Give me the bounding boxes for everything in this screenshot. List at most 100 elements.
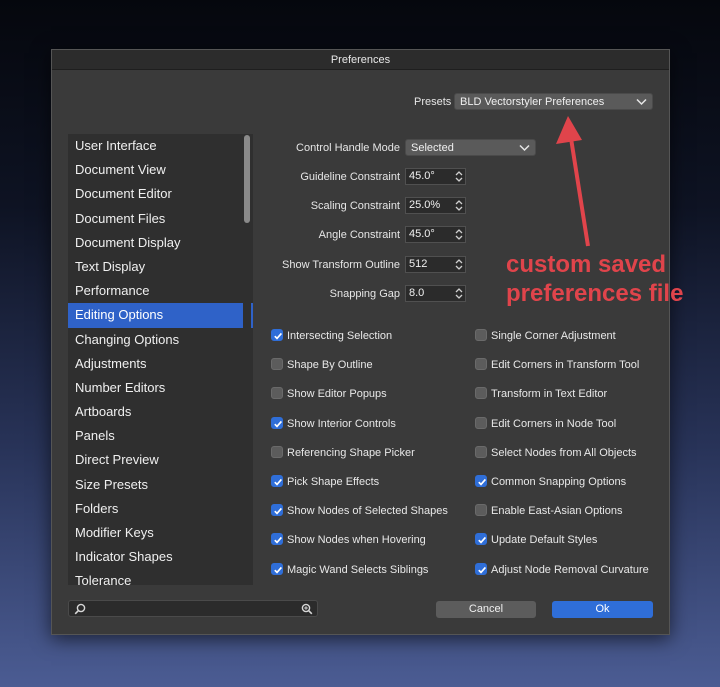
checkbox-label: Update Default Styles (491, 534, 598, 547)
checkbox-label: Single Corner Adjustment (491, 330, 616, 342)
checkmark-icon[interactable] (475, 562, 487, 575)
chevron-down-icon (636, 98, 647, 106)
checkbox-label: Show Nodes of Selected Shapes (287, 505, 448, 518)
annotation-text: custom saved preferences file (506, 250, 683, 308)
snapping-gap-label: Snapping Gap (329, 287, 400, 300)
checkbox-select-nodes-from-all-objects[interactable]: Select Nodes from All Objects (475, 445, 637, 460)
checkbox-intersecting-selection[interactable]: Intersecting Selection (271, 329, 392, 343)
sidebar-item-user-interface[interactable]: User Interface (68, 134, 253, 158)
sidebar-item-indicator-shapes[interactable]: Indicator Shapes (68, 545, 253, 569)
sidebar-item-document-view[interactable]: Document View (68, 158, 253, 182)
checkbox-enable-east-asian-options[interactable]: Enable East-Asian Options (475, 504, 622, 518)
zoom-icon[interactable] (301, 603, 313, 615)
sidebar-item-document-files[interactable]: Document Files (68, 207, 253, 231)
checkmark-icon[interactable] (271, 329, 283, 341)
presets-value: BLD Vectorstyler Preferences (460, 96, 605, 108)
checkbox-label: Show Nodes when Hovering (287, 534, 426, 547)
control-handle-mode-label: Control Handle Mode (296, 142, 400, 154)
sidebar-item-document-display[interactable]: Document Display (68, 231, 253, 255)
checkbox-show-editor-popups[interactable]: Show Editor Popups (271, 387, 387, 401)
checkbox-referencing-shape-picker[interactable]: Referencing Shape Picker (271, 445, 415, 460)
checkbox-icon[interactable] (271, 445, 283, 458)
sidebar-item-adjustments[interactable]: Adjustments (68, 352, 253, 376)
snapping-gap-stepper[interactable]: 8.0 (405, 284, 466, 302)
checkbox-pick-shape-effects[interactable]: Pick Shape Effects (271, 475, 379, 489)
ok-button[interactable]: Ok (552, 601, 653, 618)
checkbox-label: Common Snapping Options (491, 476, 627, 488)
checkmark-icon[interactable] (475, 533, 487, 546)
checkbox-update-default-styles[interactable]: Update Default Styles (475, 533, 597, 547)
stepper-arrows-icon[interactable] (454, 199, 464, 212)
angle-constraint-label: Angle Constraint (318, 229, 400, 242)
snapping-gap-value: 8.0 (409, 286, 425, 299)
checkbox-icon[interactable] (475, 358, 487, 371)
sidebar-item-folders[interactable]: Folders (68, 497, 253, 521)
checkbox-icon[interactable] (475, 416, 487, 429)
sidebar-item-performance[interactable]: Performance (68, 279, 253, 303)
checkbox-transform-in-text-editor[interactable]: Transform in Text Editor (475, 387, 607, 401)
checkbox-icon[interactable] (271, 387, 283, 400)
checkbox-edit-corners-in-node-tool[interactable]: Edit Corners in Node Tool (475, 416, 616, 431)
checkbox-show-nodes-of-selected-shapes[interactable]: Show Nodes of Selected Shapes (271, 504, 448, 518)
checkbox-label: Referencing Shape Picker (287, 446, 415, 459)
checkbox-single-corner-adjustment[interactable]: Single Corner Adjustment (475, 329, 616, 343)
annotation-line-2: preferences file (506, 280, 684, 307)
checkmark-icon[interactable] (271, 475, 283, 487)
checkbox-label: Shape By Outline (287, 359, 373, 372)
checkmark-icon[interactable] (271, 533, 283, 546)
cancel-button[interactable]: Cancel (436, 601, 536, 618)
sidebar-item-number-editors[interactable]: Number Editors (68, 376, 253, 400)
control-handle-mode-value: Selected (411, 142, 454, 154)
stepper-arrows-icon[interactable] (454, 170, 464, 183)
search-field[interactable] (68, 600, 318, 617)
window-title: Preferences (52, 50, 669, 70)
sidebar-item-text-display[interactable]: Text Display (68, 255, 253, 279)
checkmark-icon[interactable] (475, 475, 487, 487)
checkbox-icon[interactable] (475, 504, 487, 517)
checkbox-shape-by-outline[interactable]: Shape By Outline (271, 358, 373, 372)
sidebar-item-artboards[interactable]: Artboards (68, 400, 253, 424)
sidebar-item-document-editor[interactable]: Document Editor (68, 182, 253, 206)
checkmark-icon[interactable] (271, 562, 283, 575)
checkmark-icon[interactable] (271, 416, 283, 429)
sidebar-item-editing-options[interactable]: Editing Options (68, 303, 253, 328)
checkbox-icon[interactable] (271, 358, 283, 371)
checkbox-label: Transform in Text Editor (491, 388, 608, 401)
checkbox-label: Show Interior Controls (287, 417, 396, 430)
sidebar-item-changing-options[interactable]: Changing Options (68, 328, 253, 352)
guideline-constraint-stepper[interactable]: 45.0° (405, 168, 466, 185)
checkmark-icon[interactable] (271, 504, 283, 517)
checkbox-icon[interactable] (475, 387, 487, 400)
checkbox-show-interior-controls[interactable]: Show Interior Controls (271, 416, 396, 431)
checkbox-adjust-node-removal-curvature[interactable]: Adjust Node Removal Curvature (475, 562, 649, 577)
scaling-constraint-value: 25.0% (409, 199, 441, 212)
stepper-arrows-icon[interactable] (454, 258, 464, 271)
stepper-arrows-icon[interactable] (454, 287, 464, 300)
checkbox-icon[interactable] (475, 445, 487, 458)
angle-constraint-stepper[interactable]: 45.0° (405, 226, 466, 244)
control-handle-mode-dropdown[interactable]: Selected (405, 139, 536, 156)
checkbox-label: Magic Wand Selects Siblings (287, 563, 429, 576)
checkbox-edit-corners-in-transform-tool[interactable]: Edit Corners in Transform Tool (475, 358, 639, 372)
checkbox-icon[interactable] (475, 329, 487, 341)
show-transform-outline-stepper[interactable]: 512 (405, 255, 466, 273)
sidebar-item-size-presets[interactable]: Size Presets (68, 473, 253, 497)
stepper-arrows-icon[interactable] (454, 228, 464, 241)
presets-dropdown[interactable]: BLD Vectorstyler Preferences (454, 93, 653, 110)
presets-label: Presets (414, 96, 452, 108)
checkbox-label: Pick Shape Effects (287, 476, 380, 488)
checkbox-common-snapping-options[interactable]: Common Snapping Options (475, 475, 626, 489)
sidebar-item-panels[interactable]: Panels (68, 424, 253, 448)
sidebar-item-modifier-keys[interactable]: Modifier Keys (68, 521, 253, 545)
sidebar-item-direct-preview[interactable]: Direct Preview (68, 448, 253, 472)
checkbox-label: Adjust Node Removal Curvature (491, 563, 649, 576)
chevron-down-icon (519, 144, 530, 152)
checkbox-show-nodes-when-hovering[interactable]: Show Nodes when Hovering (271, 533, 426, 547)
checkbox-label: Enable East-Asian Options (491, 505, 623, 518)
sidebar-item-tolerance[interactable]: Tolerance (68, 569, 253, 585)
sidebar: User Interface Document View Document Edit… (68, 134, 253, 585)
show-transform-outline-label: Show Transform Outline (282, 258, 400, 271)
checkbox-magic-wand-selects-siblings[interactable]: Magic Wand Selects Siblings (271, 562, 429, 577)
search-icon (74, 603, 86, 615)
scaling-constraint-stepper[interactable]: 25.0% (405, 197, 466, 215)
